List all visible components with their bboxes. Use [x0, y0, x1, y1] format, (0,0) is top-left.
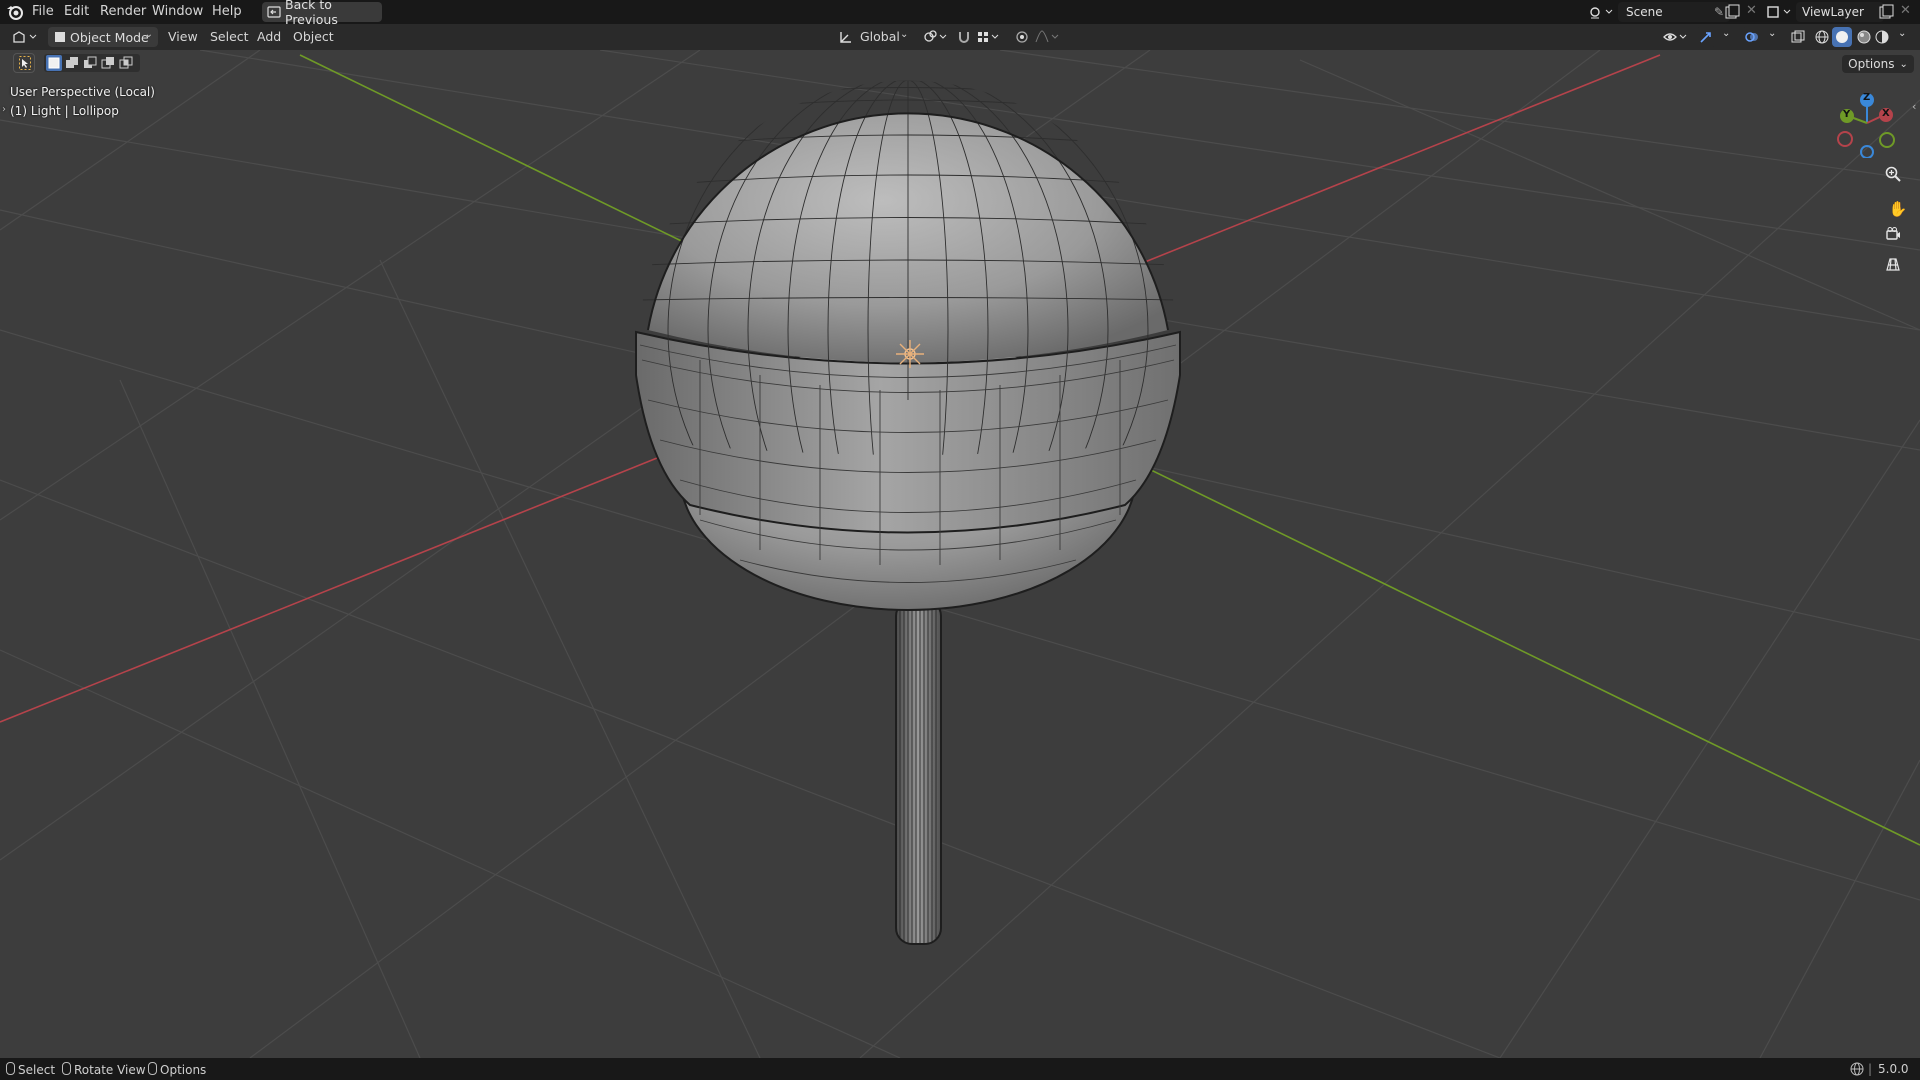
status-rotate-label: Rotate View	[74, 1063, 146, 1077]
chevron-down-icon[interactable]: ⌄	[1722, 28, 1730, 39]
select-new-icon[interactable]	[46, 55, 62, 71]
menu-add[interactable]: Add	[257, 29, 281, 44]
options-label: Options	[1848, 57, 1895, 71]
gizmo-y-label: Y	[1843, 109, 1851, 120]
object-mode-icon	[53, 30, 67, 48]
chevron-down-icon[interactable]: ⌄	[1898, 28, 1906, 39]
selection-mode-group	[44, 54, 140, 72]
material-shading-icon[interactable]	[1856, 29, 1872, 49]
status-options-hint: Options	[148, 1062, 206, 1077]
gizmo-toggle[interactable]	[1696, 27, 1716, 47]
gizmo-x-label: X	[1882, 108, 1890, 119]
select-invert-icon[interactable]	[100, 55, 116, 75]
chevron-down-icon[interactable]: ⌄	[1768, 28, 1776, 39]
rendered-shading-icon[interactable]	[1874, 29, 1890, 49]
menu-render[interactable]: Render	[100, 4, 146, 19]
overlays-icon	[1744, 29, 1760, 49]
transform-orientation-dropdown[interactable]: Global	[860, 29, 900, 44]
sidebar-toggle-icon[interactable]: ‹	[1912, 100, 1916, 113]
new-scene-icon[interactable]	[1724, 4, 1740, 24]
visibility-selectability-icon[interactable]	[1662, 29, 1690, 49]
select-box-tool[interactable]	[13, 53, 35, 74]
top-menu-bar: File Edit Render Window Help Back to Pre…	[0, 0, 1920, 27]
scene-browse-icon[interactable]	[1588, 4, 1616, 24]
perspective-label: User Perspective (Local)	[10, 85, 155, 99]
status-rotate-hint: Rotate View	[62, 1062, 146, 1077]
overlays-toggle[interactable]	[1742, 27, 1762, 47]
options-dropdown[interactable]: Options ⌄	[1842, 55, 1914, 73]
cursor-icon	[19, 56, 31, 74]
3d-viewport[interactable]: User Perspective (Local) (1) Light | Lol…	[0, 50, 1920, 1058]
object-mode-label: Object Mode	[70, 29, 149, 45]
select-subtract-icon[interactable]	[82, 55, 98, 75]
status-separator: |	[1868, 1062, 1873, 1076]
viewlayer-label: ViewLayer	[1802, 5, 1864, 19]
mouse-left-icon	[6, 1062, 15, 1075]
back-to-previous-label: Back to Previous	[285, 0, 338, 27]
mouse-right-icon	[148, 1062, 157, 1075]
menu-help[interactable]: Help	[212, 4, 242, 19]
menu-file[interactable]: File	[32, 4, 54, 19]
status-bar: Select Rotate View Options | 5.0.0	[0, 1058, 1920, 1080]
viewport-header: Object Mode ⌄ View Select Add Object Glo…	[0, 24, 1920, 50]
object-info-label: (1) Light | Lollipop	[10, 104, 119, 118]
status-options-label: Options	[160, 1063, 207, 1077]
camera-view-icon[interactable]	[1885, 226, 1911, 252]
status-select-label: Select	[18, 1063, 56, 1077]
solid-shading-icon	[1835, 30, 1849, 48]
transform-orientation-icon	[838, 29, 854, 49]
lollipop-candy	[635, 80, 1181, 611]
network-icon[interactable]	[1850, 1062, 1864, 1079]
menu-edit[interactable]: Edit	[64, 4, 89, 19]
gizmo-icon	[1698, 29, 1714, 49]
lollipop-stick	[895, 599, 942, 945]
zoom-icon[interactable]	[1885, 166, 1911, 192]
chevron-down-icon: ⌄	[144, 29, 153, 40]
menu-select[interactable]: Select	[210, 29, 249, 44]
pin-icon[interactable]: ✎	[1714, 5, 1724, 19]
scene-label: Scene	[1626, 5, 1663, 19]
pan-hand-icon[interactable]: ✋	[1885, 196, 1911, 222]
gizmo-z-label: Z	[1863, 92, 1871, 103]
new-viewlayer-icon[interactable]	[1878, 4, 1894, 24]
back-icon	[267, 5, 281, 23]
object-mode-dropdown[interactable]: Object Mode ⌄	[48, 27, 158, 47]
mouse-middle-icon	[62, 1062, 71, 1075]
viewlayer-browse-icon[interactable]	[1766, 4, 1794, 24]
menu-view[interactable]: View	[168, 29, 198, 44]
orthographic-toggle-icon[interactable]	[1885, 256, 1911, 282]
expand-arrow-icon[interactable]: ›	[2, 104, 6, 115]
blender-logo-icon[interactable]	[6, 3, 24, 25]
chevron-down-icon: ⌄	[1899, 58, 1908, 70]
remove-viewlayer-icon[interactable]: ✕	[1900, 3, 1911, 18]
select-intersect-icon[interactable]	[118, 55, 134, 75]
solid-shading-button[interactable]	[1832, 27, 1852, 47]
viewport-canvas[interactable]	[0, 50, 1920, 1058]
snap-target-icon[interactable]	[976, 29, 1004, 49]
navigation-gizmo[interactable]: Z X Y	[1830, 88, 1900, 158]
chevron-down-icon: ⌄	[900, 29, 909, 40]
version-label: 5.0.0	[1878, 1062, 1909, 1076]
menu-object[interactable]: Object	[293, 29, 334, 44]
remove-scene-icon[interactable]: ✕	[1746, 3, 1757, 18]
menu-window[interactable]: Window	[152, 4, 203, 19]
xray-toggle-icon[interactable]	[1790, 29, 1806, 49]
editor-type-icon[interactable]	[12, 29, 40, 49]
light-object-icon	[896, 340, 924, 368]
status-select-hint: Select	[6, 1062, 55, 1077]
proportional-editing-icon[interactable]	[1014, 29, 1030, 49]
wireframe-shading-icon[interactable]	[1814, 29, 1830, 49]
scene-field[interactable]: Scene ✎	[1618, 2, 1730, 22]
falloff-icon[interactable]	[1034, 29, 1062, 49]
snap-icon[interactable]	[956, 29, 972, 49]
back-to-previous-button[interactable]: Back to Previous	[262, 0, 382, 27]
viewlayer-field[interactable]: ViewLayer	[1796, 2, 1884, 22]
select-extend-icon[interactable]	[64, 55, 80, 75]
pivot-point-icon[interactable]	[922, 29, 950, 49]
